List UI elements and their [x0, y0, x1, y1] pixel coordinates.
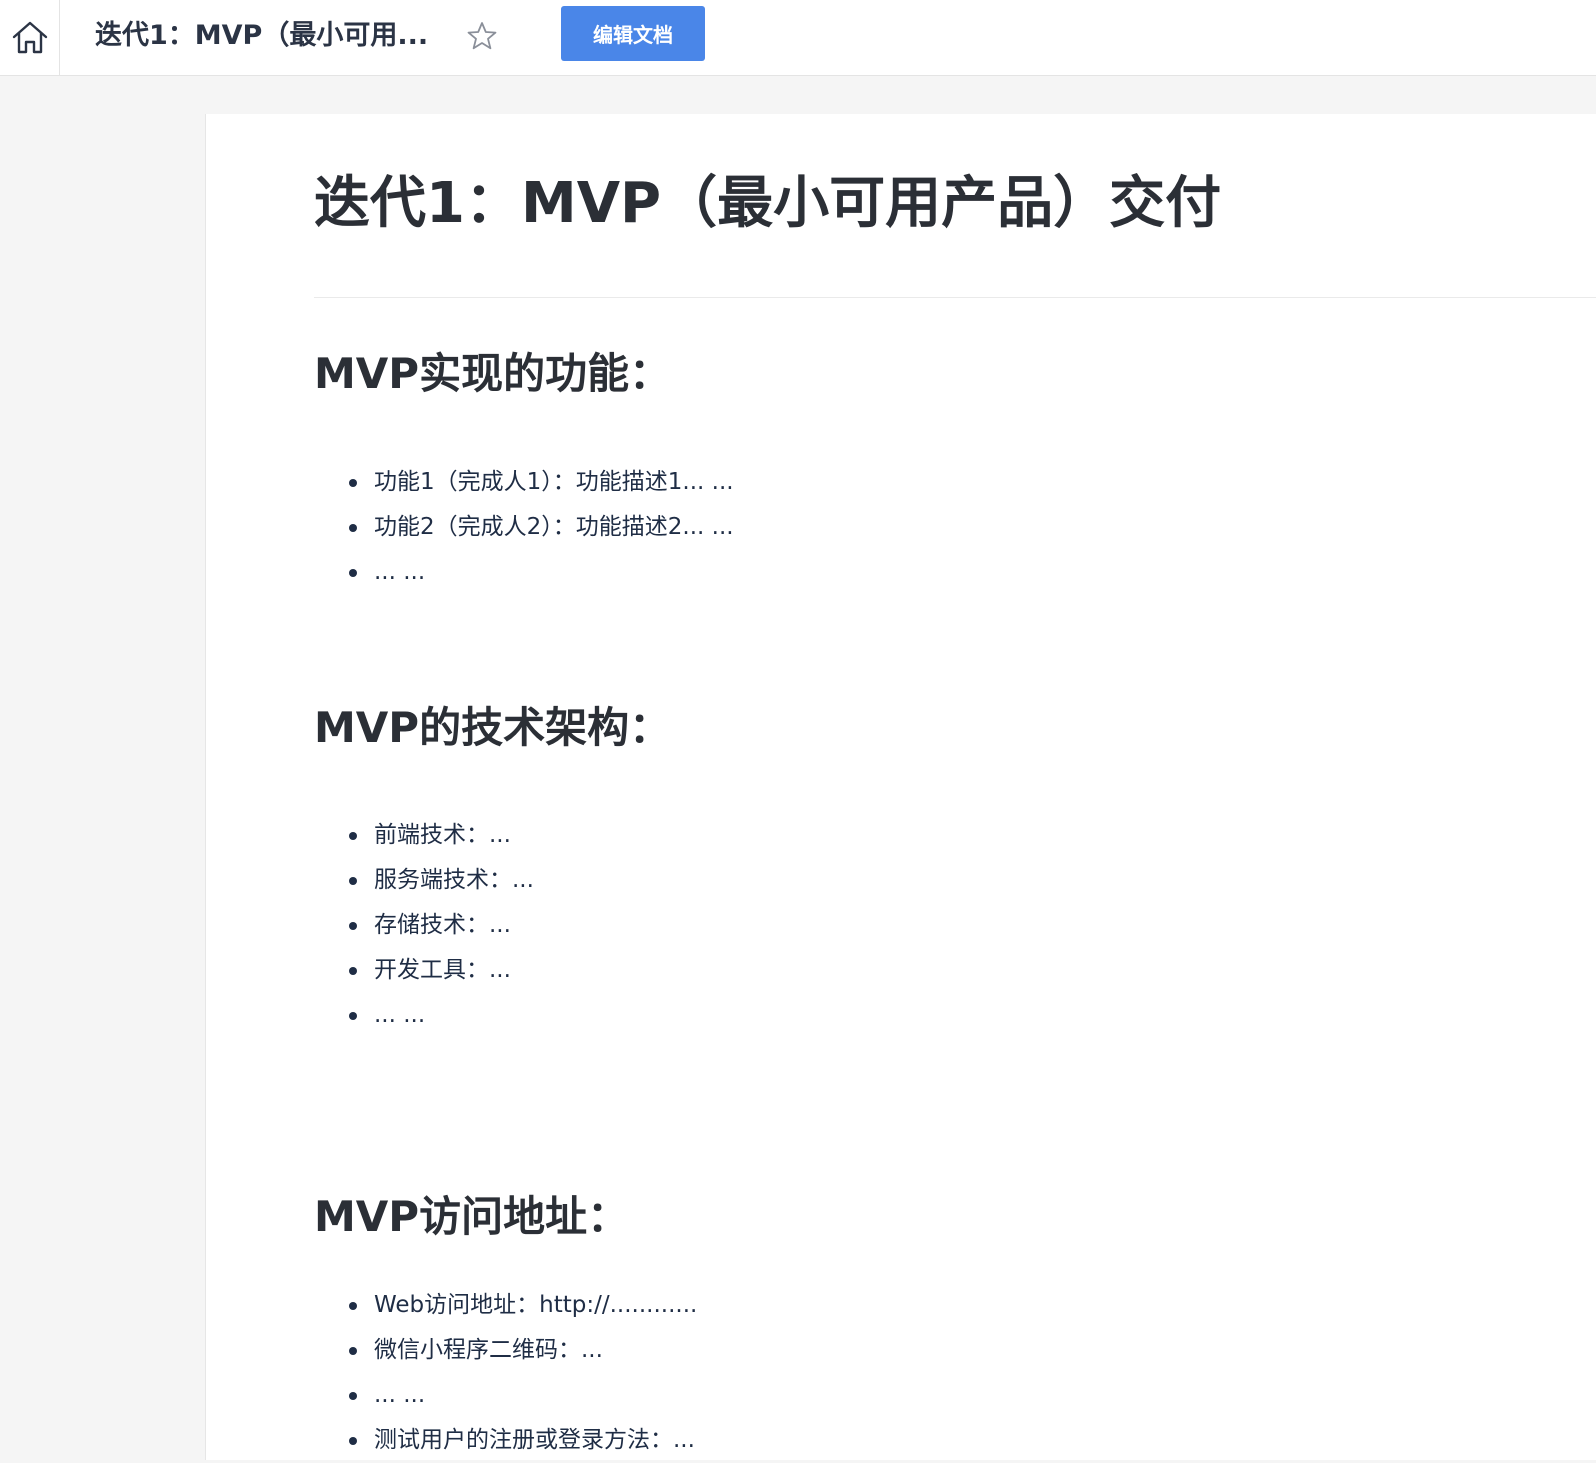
features-list: 功能1（完成人1）：功能描述1... ... 功能2（完成人2）：功能描述2..… [314, 460, 734, 595]
list-item: ... ... [314, 550, 734, 595]
favorite-button[interactable] [466, 20, 498, 52]
document-page: 迭代1：MVP（最小可用产品）交付 MVP实现的功能： 功能1（完成人1）：功能… [205, 114, 1596, 1460]
title-divider [314, 297, 1596, 298]
list-item: 测试用户的注册或登录方法：... [314, 1418, 697, 1463]
list-item: 服务端技术：... [314, 858, 534, 903]
edit-document-button[interactable]: 编辑文档 [561, 6, 705, 61]
list-item: ... ... [314, 1373, 697, 1418]
section-heading-architecture: MVP的技术架构： [314, 703, 672, 752]
doc-title: 迭代1：MVP（最小可用... [95, 20, 429, 51]
star-icon [467, 22, 497, 50]
home-button[interactable] [0, 0, 60, 76]
access-list: Web访问地址：http://............ 微信小程序二维码：...… [314, 1283, 697, 1463]
list-item: 开发工具：... [314, 948, 534, 993]
list-item: 微信小程序二维码：... [314, 1328, 697, 1373]
list-item: Web访问地址：http://............ [314, 1283, 697, 1328]
list-item: 功能2（完成人2）：功能描述2... ... [314, 505, 734, 550]
list-item: 存储技术：... [314, 903, 534, 948]
section-heading-access: MVP访问地址： [314, 1192, 630, 1241]
section-heading-features: MVP实现的功能： [314, 349, 672, 398]
home-icon [12, 21, 47, 54]
top-toolbar: 迭代1：MVP（最小可用... 编辑文档 [0, 0, 1596, 76]
page-title: 迭代1：MVP（最小可用产品）交付 [314, 171, 1222, 236]
architecture-list: 前端技术：... 服务端技术：... 存储技术：... 开发工具：... ...… [314, 813, 534, 1038]
list-item: 前端技术：... [314, 813, 534, 858]
list-item: ... ... [314, 993, 534, 1038]
list-item: 功能1（完成人1）：功能描述1... ... [314, 460, 734, 505]
